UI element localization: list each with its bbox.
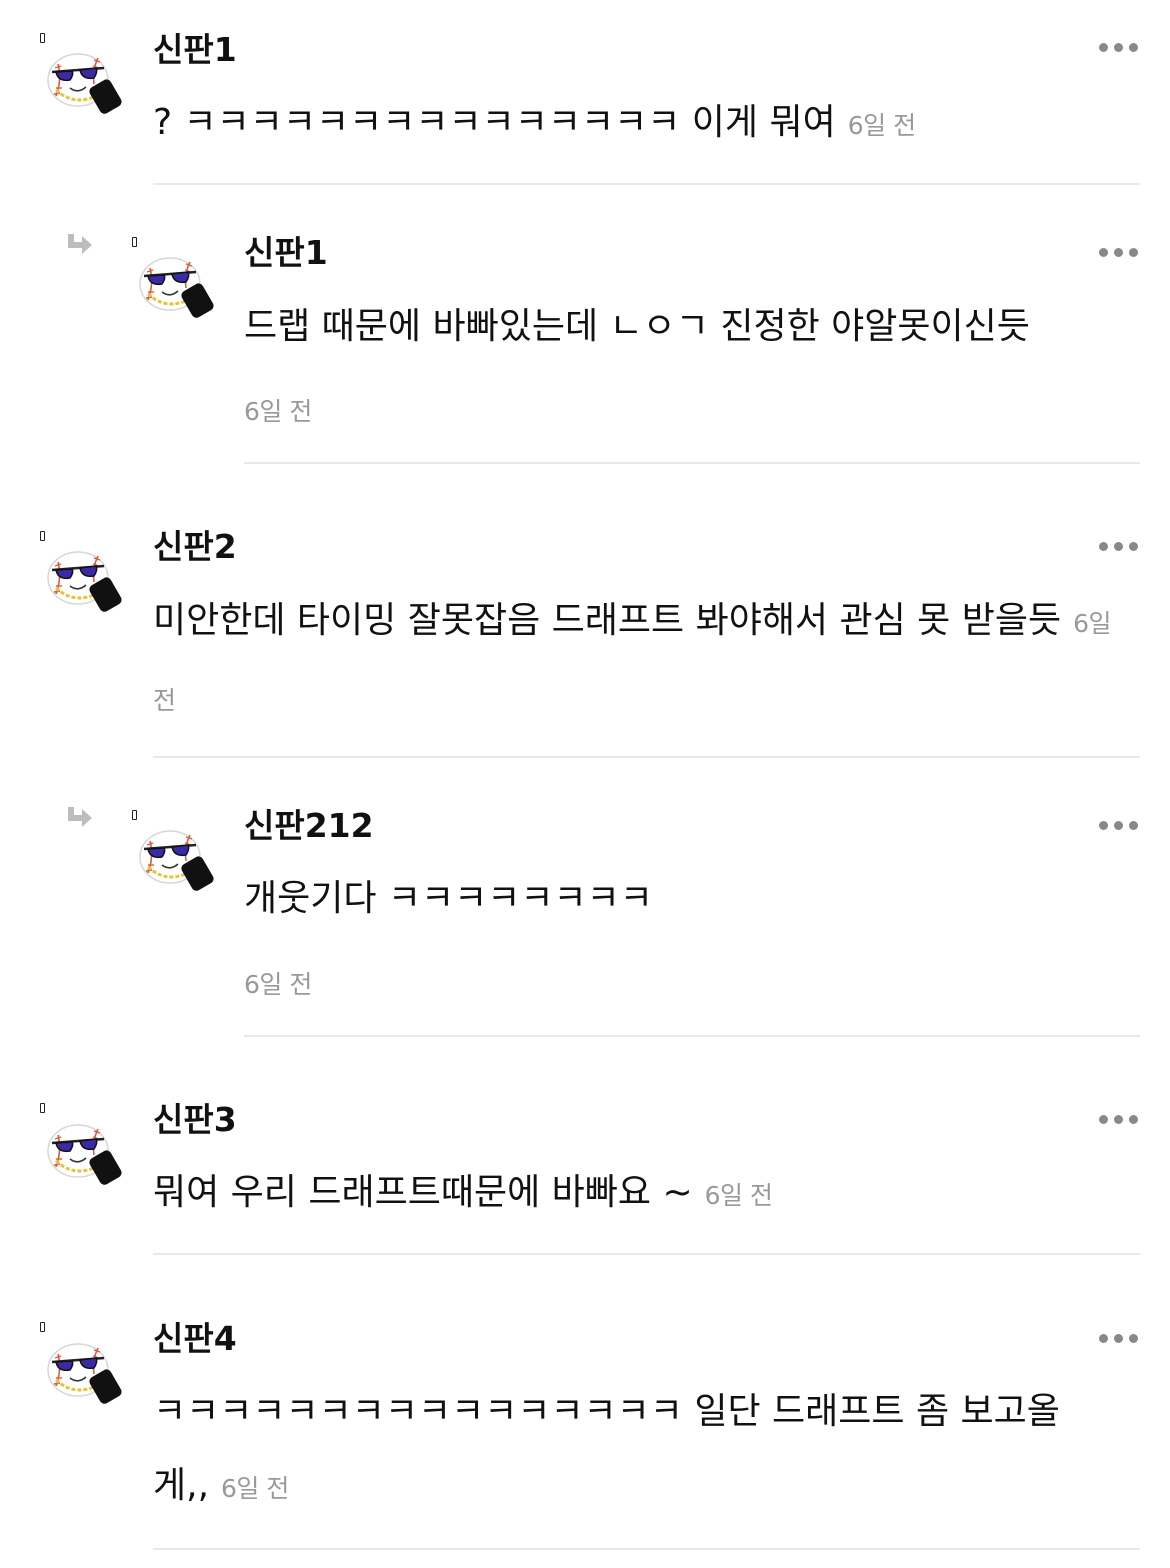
avatar-icon[interactable] bbox=[136, 821, 216, 891]
reply-arrow-icon bbox=[64, 805, 96, 833]
avatar-icon[interactable] bbox=[136, 248, 216, 318]
more-options-icon[interactable] bbox=[1099, 247, 1138, 257]
divider bbox=[153, 183, 1140, 185]
more-options-icon[interactable] bbox=[1099, 1333, 1138, 1343]
comment-body: 미안한데 타이밍 잘못잡음 드래프트 봐야해서 관심 못 받을듯 6일 전 bbox=[153, 584, 1138, 738]
level-marker-icon bbox=[40, 531, 45, 541]
comment-text: 미안한데 타이밍 잘못잡음 드래프트 봐야해서 관심 못 받을듯 bbox=[153, 600, 1062, 641]
comment-author[interactable]: 신판1 bbox=[244, 233, 328, 273]
comment-time: 6일 전 bbox=[244, 970, 312, 999]
level-marker-icon bbox=[40, 1322, 45, 1332]
comment-author[interactable]: 신판212 bbox=[244, 806, 374, 846]
avatar-icon[interactable] bbox=[44, 1334, 124, 1404]
comment-time: 6일 전 bbox=[847, 111, 916, 140]
divider bbox=[153, 1253, 1140, 1255]
comment-author[interactable]: 신판3 bbox=[153, 1100, 237, 1140]
divider bbox=[153, 756, 1140, 758]
level-marker-icon bbox=[40, 1103, 45, 1113]
comment-author[interactable]: 신판2 bbox=[153, 527, 237, 567]
divider bbox=[244, 462, 1140, 464]
comment-author[interactable]: 신판4 bbox=[153, 1319, 237, 1359]
comment-time: 6일 전 bbox=[704, 1181, 773, 1210]
divider bbox=[244, 1035, 1140, 1037]
divider bbox=[153, 1548, 1140, 1550]
level-marker-icon bbox=[132, 237, 137, 247]
comment-text: ㅋㅋㅋㅋㅋㅋㅋㅋㅋㅋㅋㅋㅋㅋㅋㅋ 일단 드래프트 좀 보고올게,, bbox=[153, 1391, 1060, 1506]
comment-author[interactable]: 신판1 bbox=[153, 30, 237, 70]
comment-body: ? ㅋㅋㅋㅋㅋㅋㅋㅋㅋㅋㅋㅋㅋㅋㅋ 이게 뭐여 6일 전 bbox=[153, 86, 1138, 163]
comment-body: 뭐여 우리 드래프트때문에 바빠요 ~ 6일 전 bbox=[153, 1156, 1138, 1233]
reply-arrow-icon bbox=[64, 232, 96, 260]
comment-body: ㅋㅋㅋㅋㅋㅋㅋㅋㅋㅋㅋㅋㅋㅋㅋㅋ 일단 드래프트 좀 보고올게,, 6일 전 bbox=[153, 1375, 1138, 1526]
comment-text: 개웃기다 ㅋㅋㅋㅋㅋㅋㅋㅋ bbox=[244, 878, 653, 919]
avatar-icon[interactable] bbox=[44, 542, 124, 612]
comment-text: 드랩 때문에 바빠있는데 ㄴㅇㄱ 진정한 야알못이신듯 bbox=[244, 306, 1030, 347]
comment-time: 6일 전 bbox=[244, 397, 312, 426]
avatar-icon[interactable] bbox=[44, 44, 124, 114]
comment-time: 6일 전 bbox=[221, 1474, 289, 1503]
more-options-icon[interactable] bbox=[1099, 820, 1138, 830]
comment-text: 뭐여 우리 드래프트때문에 바빠요 ~ bbox=[153, 1172, 693, 1213]
more-options-icon[interactable] bbox=[1099, 42, 1138, 52]
more-options-icon[interactable] bbox=[1099, 541, 1138, 551]
more-options-icon[interactable] bbox=[1099, 1114, 1138, 1124]
level-marker-icon bbox=[40, 33, 45, 43]
avatar-icon[interactable] bbox=[44, 1115, 124, 1185]
level-marker-icon bbox=[132, 810, 137, 820]
comment-text: ? ㅋㅋㅋㅋㅋㅋㅋㅋㅋㅋㅋㅋㅋㅋㅋ 이게 뭐여 bbox=[153, 102, 836, 143]
